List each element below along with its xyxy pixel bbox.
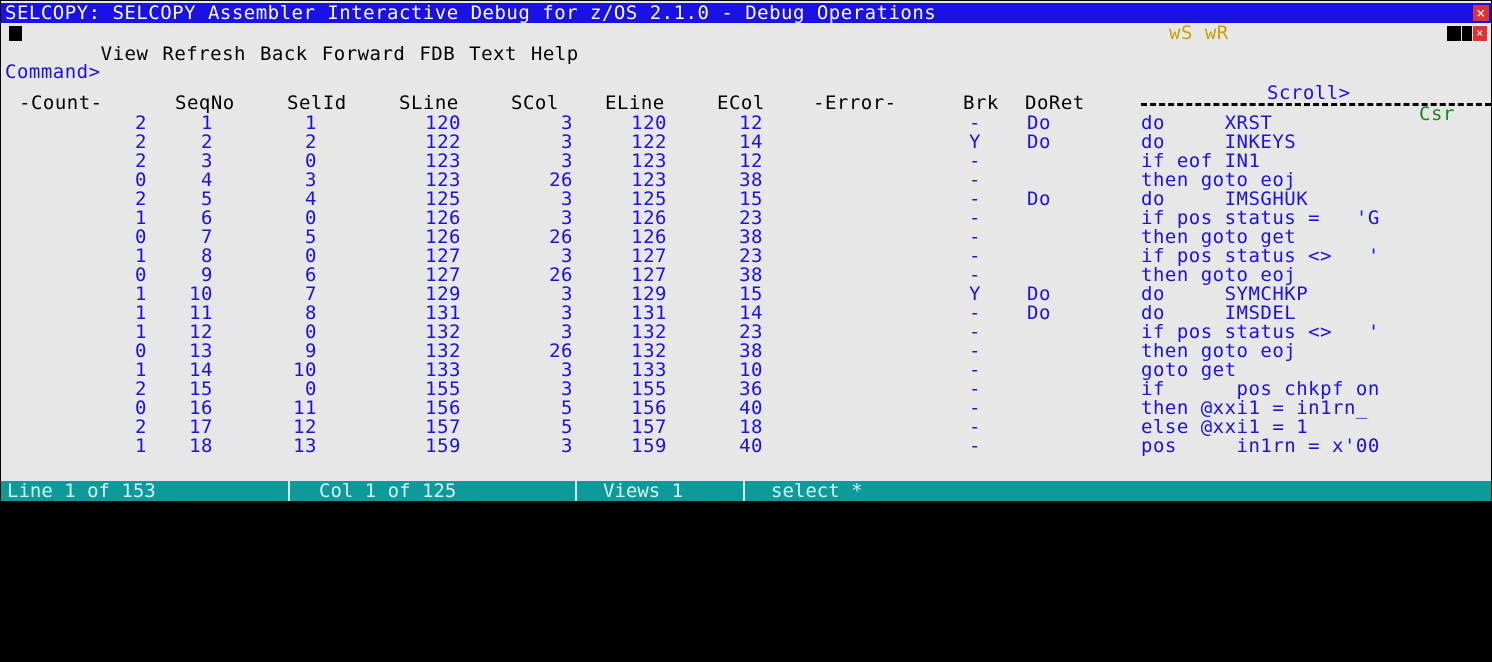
col-brk: Brk	[963, 92, 999, 114]
row-doret: Do	[1027, 302, 1051, 324]
col-count: -Count-	[19, 92, 103, 114]
row-sline: 159	[425, 435, 461, 457]
row-seqno: 18	[189, 435, 213, 457]
col-ecol: ECol	[717, 92, 765, 114]
status-col: Col 1 of 125	[319, 480, 457, 502]
row-text: pos in1rn = x'00	[1141, 435, 1380, 457]
table-row[interactable]: 1 18 13 159 3 159 40 - pos in1rn = x'00	[1, 436, 1491, 457]
col-seqno: SeqNo	[175, 92, 235, 114]
status-divider	[575, 481, 577, 501]
window-title: SELCOPY: SELCOPY Assembler Interactive D…	[5, 2, 937, 24]
status-line: Line 1 of 153	[7, 480, 156, 502]
window-controls: ×	[1447, 26, 1487, 41]
status-views: Views 1	[603, 480, 684, 502]
col-doret: DoRet	[1025, 92, 1085, 114]
row-doret: Do	[1027, 131, 1051, 153]
status-divider	[743, 481, 745, 501]
row-ecol: 40	[739, 435, 763, 457]
system-menu-icon[interactable]	[9, 26, 22, 41]
command-line: Command> Scroll> Csr	[1, 41, 1491, 125]
debug-screen: SELCOPY: SELCOPY Assembler Interactive D…	[0, 0, 1492, 501]
row-brk: -	[969, 435, 981, 457]
status-divider	[288, 481, 290, 501]
row-selid: 13	[293, 435, 317, 457]
status-bar: Line 1 of 153 Col 1 of 125 Views 1 selec…	[1, 481, 1491, 501]
row-eline: 159	[631, 435, 667, 457]
row-doret: Do	[1027, 188, 1051, 210]
col-scol: SCol	[511, 92, 559, 114]
text-column-rule	[1141, 103, 1491, 106]
column-header: -Count- SeqNo SelId SLine SCol ELine ECo…	[1, 93, 1491, 114]
col-selid: SelId	[287, 92, 347, 114]
status-select: select *	[771, 480, 863, 502]
window-close-icon[interactable]: ×	[1473, 26, 1487, 41]
col-eline: ELine	[605, 92, 665, 114]
close-icon[interactable]: ×	[1473, 5, 1489, 21]
row-count: 1	[135, 435, 147, 457]
col-error: -Error-	[813, 92, 897, 114]
title-bar: SELCOPY: SELCOPY Assembler Interactive D…	[1, 2, 1491, 24]
minimize-icon[interactable]	[1447, 26, 1461, 41]
command-input[interactable]: Command>	[5, 62, 101, 83]
col-sline: SLine	[399, 92, 459, 114]
row-scol: 3	[561, 435, 573, 457]
maximize-icon[interactable]	[1462, 26, 1472, 41]
